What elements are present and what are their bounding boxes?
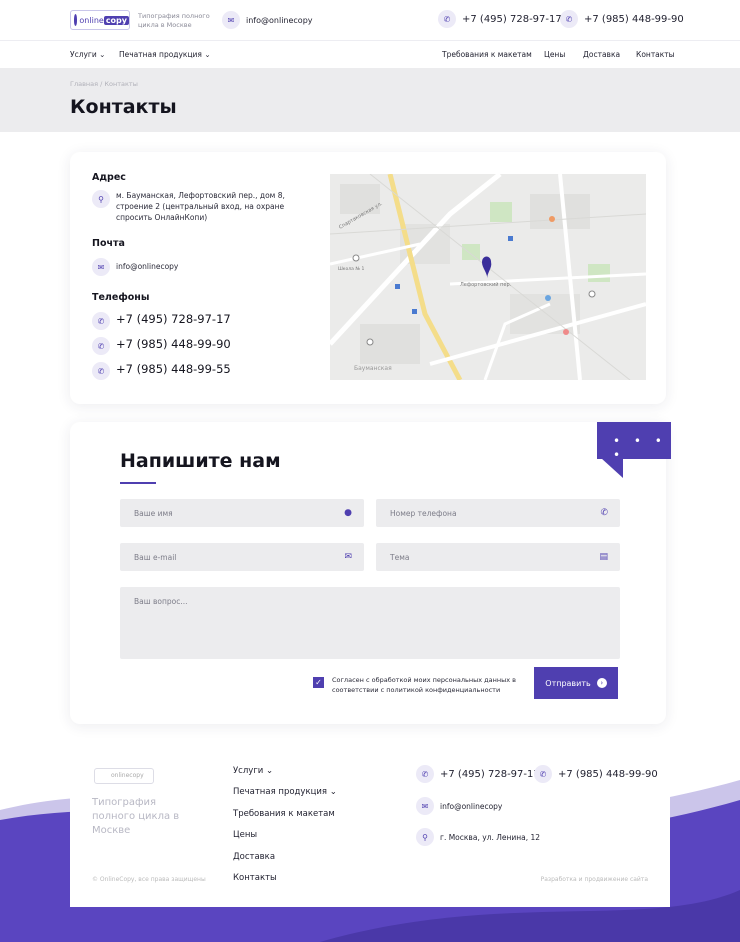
logo-text-copy: copy [103, 15, 129, 25]
footer-logo[interactable]: onlinecopy [94, 768, 154, 784]
mail-icon: ✉ [222, 11, 240, 29]
message-textarea[interactable]: Ваш вопрос... [120, 587, 620, 659]
page-title: Контакты [70, 96, 177, 118]
map-poi-label: Школа № 1 [338, 266, 364, 272]
nav-prices[interactable]: Цены [544, 50, 565, 59]
phone-icon: ✆ [92, 312, 110, 330]
header-phone-2[interactable]: ✆ +7 (985) 448-99-90 [560, 10, 684, 28]
phones-heading: Телефоны [92, 292, 150, 303]
logo-text-online: online [79, 15, 104, 25]
mail-row[interactable]: ✉ info@onlinecopy [92, 258, 178, 276]
mail-icon: ✉ [344, 552, 352, 562]
footer-phone-2[interactable]: ✆ +7 (985) 448-99-90 [534, 765, 658, 783]
footer-nav-contacts[interactable]: Контакты [233, 873, 277, 883]
message-placeholder: Ваш вопрос... [134, 597, 188, 606]
form-title: Напишите нам [120, 450, 281, 472]
footer-address: ⚲ г. Москва, ул. Ленина, 12 [416, 828, 540, 846]
header-tagline: Типография полного цикла в Москве [138, 12, 210, 29]
phone-input-placeholder: Номер телефона [390, 509, 457, 518]
phone-text: +7 (985) 448-99-55 [116, 362, 231, 376]
chat-bubble-decoration: • • • • [597, 422, 671, 478]
phone-icon: ✆ [416, 765, 434, 783]
header-phone-1-text: +7 (495) 728-97-17 [462, 13, 562, 25]
submit-label: Отправить [545, 678, 591, 688]
footer-email-text: info@onlinecopy [440, 801, 503, 811]
mail-text: info@onlinecopy [116, 262, 179, 271]
location-pin-icon: ⚲ [416, 828, 434, 846]
location-pin-icon: ⚲ [92, 190, 110, 208]
email-input[interactable]: Ваш e-mail ✉ [120, 543, 364, 571]
phone-icon: ✆ [560, 10, 578, 28]
nav-requirements[interactable]: Требования к макетам [442, 50, 532, 59]
phone-row[interactable]: ✆ +7 (495) 728-97-17 [92, 312, 231, 330]
footer-address-text: г. Москва, ул. Ленина, 12 [440, 832, 541, 842]
phone-icon: ✆ [600, 508, 608, 518]
site-footer: onlinecopy Типография полного цикла в Мо… [70, 740, 670, 907]
footer-nav-prices[interactable]: Цены [233, 830, 257, 840]
phone-text: +7 (985) 448-99-90 [116, 337, 231, 351]
document-icon: ▤ [599, 552, 608, 562]
footer-phone-1-text: +7 (495) 728-97-17 [440, 768, 540, 780]
phone-row[interactable]: ✆ +7 (985) 448-99-90 [92, 337, 231, 355]
address-heading: Адрес [92, 172, 126, 183]
name-input-placeholder: Ваше имя [134, 509, 173, 518]
mail-heading: Почта [92, 238, 125, 249]
site-header: online copy Типография полного цикла в М… [0, 0, 740, 40]
map-graphic: Спартаковская ул. Лефортовский пер. Баум… [330, 174, 646, 380]
phone-icon: ✆ [92, 362, 110, 380]
footer-nav-services[interactable]: Услуги ⌄ [233, 766, 273, 776]
map-street-label: Лефортовский пер. [460, 281, 512, 288]
main-nav: Услуги ⌄ Печатная продукция ⌄ Требования… [0, 40, 740, 68]
footer-copyright: © OnlineCopy, все права защищены [92, 876, 206, 883]
phone-icon: ✆ [534, 765, 552, 783]
nav-delivery[interactable]: Доставка [583, 50, 620, 59]
logo-mark-icon [74, 14, 78, 26]
footer-developer[interactable]: Разработка и продвижение сайта [541, 876, 648, 883]
consent-row: ✓ Согласен с обработкой моих персональны… [313, 675, 522, 695]
mail-icon: ✉ [92, 258, 110, 276]
feedback-form-card: • • • • Напишите нам Ваше имя ● Номер те… [70, 422, 671, 724]
header-email[interactable]: ✉ info@onlinecopy [222, 11, 313, 29]
nav-contacts[interactable]: Контакты [636, 50, 675, 59]
nav-services[interactable]: Услуги ⌄ [70, 50, 105, 59]
breadcrumb[interactable]: Главная / Контакты [70, 80, 138, 88]
phone-text: +7 (495) 728-97-17 [116, 312, 231, 326]
chat-tail-icon [601, 458, 623, 478]
mail-icon: ✉ [416, 797, 434, 815]
subject-input[interactable]: Тема ▤ [376, 543, 620, 571]
footer-nav-requirements[interactable]: Требования к макетам [233, 809, 335, 819]
footer-slogan: Типография полного цикла в Москве [92, 797, 180, 836]
email-input-placeholder: Ваш e-mail [134, 553, 177, 562]
contacts-card: Адрес ⚲ м. Бауманская, Лефортовский пер.… [70, 152, 666, 404]
phone-icon: ✆ [438, 10, 456, 28]
user-icon: ● [344, 508, 352, 518]
header-phone-1[interactable]: ✆ +7 (495) 728-97-17 [438, 10, 562, 28]
nav-print-products[interactable]: Печатная продукция ⌄ [119, 50, 211, 59]
map-district-label: Бауманская [354, 365, 392, 372]
phone-icon: ✆ [92, 337, 110, 355]
address-row: ⚲ м. Бауманская, Лефортовский пер., дом … [92, 190, 296, 223]
submit-button[interactable]: Отправить › [534, 667, 618, 699]
footer-nav-delivery[interactable]: Доставка [233, 852, 275, 862]
header-email-text: info@onlinecopy [246, 15, 313, 25]
footer-nav-print[interactable]: Печатная продукция ⌄ [233, 787, 337, 797]
consent-checkbox[interactable]: ✓ [313, 677, 324, 688]
page-hero: Главная / Контакты Контакты [0, 68, 740, 132]
address-text: м. Бауманская, Лефортовский пер., дом 8,… [116, 191, 285, 222]
site-logo[interactable]: online copy [70, 10, 130, 30]
footer-phone-2-text: +7 (985) 448-99-90 [558, 768, 658, 780]
phone-row[interactable]: ✆ +7 (985) 448-99-55 [92, 362, 231, 380]
location-map[interactable]: Спартаковская ул. Лефортовский пер. Баум… [330, 174, 646, 380]
subject-input-placeholder: Тема [390, 553, 410, 562]
title-underline [120, 482, 156, 484]
arrow-right-icon: › [596, 678, 607, 688]
consent-text: Согласен с обработкой моих персональных … [332, 676, 516, 694]
header-phone-2-text: +7 (985) 448-99-90 [584, 13, 684, 25]
phone-input[interactable]: Номер телефона ✆ [376, 499, 620, 527]
name-input[interactable]: Ваше имя ● [120, 499, 364, 527]
footer-email[interactable]: ✉ info@onlinecopy [416, 797, 502, 815]
footer-phone-1[interactable]: ✆ +7 (495) 728-97-17 [416, 765, 540, 783]
